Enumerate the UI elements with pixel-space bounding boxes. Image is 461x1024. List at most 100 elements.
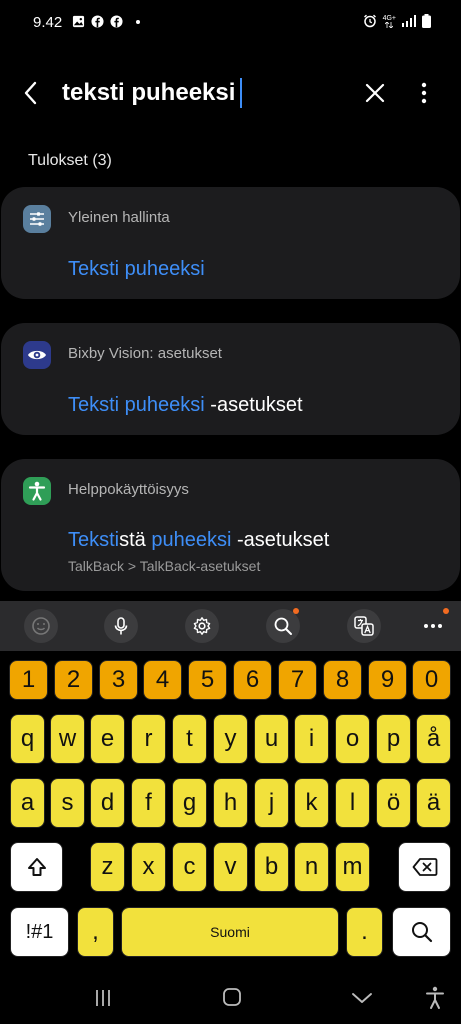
key-h[interactable]: h [213,778,248,828]
key-u[interactable]: u [254,714,289,764]
more-options-icon[interactable] [414,80,434,106]
search-input[interactable] [62,76,332,110]
search-result-card[interactable]: Bixby Vision: asetukset Teksti puheeksi … [1,323,460,435]
result-title-match: Teksti puheeksi [68,394,205,416]
key-6[interactable]: 6 [233,660,272,700]
comma-key[interactable]: , [77,907,114,957]
result-title: Teksti puheeksi [68,258,205,281]
key-z[interactable]: z [90,842,125,892]
key-8[interactable]: 8 [323,660,362,700]
more-toolbar-button[interactable] [416,609,450,643]
voice-input-button[interactable] [104,609,138,643]
key-n[interactable]: n [294,842,329,892]
network-type: 4G+ [383,15,396,28]
key-l[interactable]: l [335,778,370,828]
accessibility-icon [23,477,51,505]
gallery-icon [72,15,85,28]
status-system-icons: 4G+ [363,14,431,28]
symbols-key[interactable]: !#1 [10,907,69,957]
key-q[interactable]: q [10,714,45,764]
search-icon [411,922,432,943]
key-0[interactable]: 0 [412,660,451,700]
key-f[interactable]: f [131,778,166,828]
facebook-icon [110,15,123,28]
key-o-umlaut[interactable]: ö [376,778,411,828]
key-k[interactable]: k [294,778,329,828]
result-category: Yleinen hallinta [68,209,170,226]
key-5[interactable]: 5 [188,660,227,700]
clear-search-icon[interactable] [362,80,388,106]
key-7[interactable]: 7 [278,660,317,700]
backspace-key[interactable] [398,842,451,892]
navigation-bar [0,972,461,1024]
key-s[interactable]: s [50,778,85,828]
result-category: Helppokäyttöisyys [68,481,189,498]
emoji-button[interactable] [24,609,58,643]
key-x[interactable]: x [131,842,166,892]
back-arrow-icon[interactable] [16,78,46,108]
key-2[interactable]: 2 [54,660,93,700]
translate-icon [354,616,374,636]
results-count-label: Tulokset (3) [28,152,112,169]
key-b[interactable]: b [254,842,289,892]
key-4[interactable]: 4 [143,660,182,700]
key-w[interactable]: w [50,714,85,764]
text-cursor [240,78,242,108]
key-j[interactable]: j [254,778,289,828]
more-notifications-dot-icon [136,19,140,24]
keyboard-toolbar [0,601,461,651]
key-1[interactable]: 1 [9,660,48,700]
key-t[interactable]: t [172,714,207,764]
more-horizontal-icon [424,624,442,628]
microphone-icon [114,617,128,635]
notification-dot [293,608,299,614]
key-m[interactable]: m [335,842,370,892]
key-9[interactable]: 9 [368,660,407,700]
home-icon[interactable] [217,984,247,1012]
key-v[interactable]: v [213,842,248,892]
signal-icon [402,15,416,27]
result-title-match: puheeksi [151,529,232,551]
key-g[interactable]: g [172,778,207,828]
key-c[interactable]: c [172,842,207,892]
keyboard-settings-button[interactable] [185,609,219,643]
notification-dot [443,608,449,614]
search-action-key[interactable] [392,907,451,957]
data-arrows-icon [385,21,394,28]
key-i[interactable]: i [294,714,329,764]
key-e[interactable]: e [90,714,125,764]
search-result-card[interactable]: Yleinen hallinta Teksti puheeksi [1,187,460,299]
search-icon [274,617,292,635]
search-result-card[interactable]: Helppokäyttöisyys Tekstistä puheeksi -as… [1,459,460,591]
key-y[interactable]: y [213,714,248,764]
hide-keyboard-icon[interactable] [347,984,377,1012]
sliders-icon [23,205,51,233]
accessibility-shortcut-icon[interactable] [420,984,450,1012]
keyboard-search-button[interactable] [266,609,300,643]
status-time: 9.42 [33,14,63,31]
status-notification-icons [72,15,141,28]
recent-apps-icon[interactable] [88,984,118,1012]
eye-icon [23,341,51,369]
key-3[interactable]: 3 [99,660,138,700]
facebook-icon [91,15,104,28]
key-d[interactable]: d [90,778,125,828]
shift-key[interactable] [10,842,63,892]
key-a-umlaut[interactable]: ä [416,778,451,828]
result-title-rest: stä [119,529,152,551]
status-bar: 9.42 4G+ [0,0,461,44]
result-title-rest: -asetukset [204,394,303,416]
result-category: Bixby Vision: asetukset [68,345,222,362]
translate-button[interactable] [347,609,381,643]
result-title-rest: -asetukset [231,529,330,551]
result-title-match: Teksti [68,529,120,551]
key-r[interactable]: r [131,714,166,764]
key-a[interactable]: a [10,778,45,828]
alarm-icon [363,14,376,28]
key-a-ring[interactable]: å [416,714,451,764]
space-key[interactable]: Suomi [121,907,339,957]
key-o[interactable]: o [335,714,370,764]
period-key[interactable]: . [346,907,383,957]
key-p[interactable]: p [376,714,411,764]
battery-icon [422,14,431,28]
